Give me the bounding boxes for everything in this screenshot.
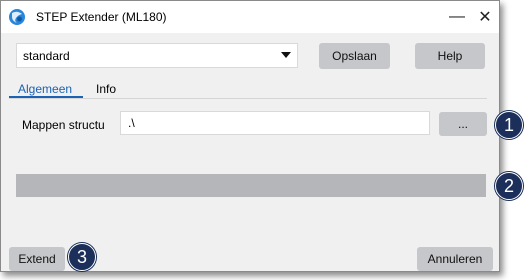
- progress-bar: [16, 174, 486, 197]
- minimize-icon: —: [449, 8, 465, 25]
- app-icon: [9, 9, 25, 25]
- minimize-button[interactable]: —: [444, 5, 470, 29]
- close-icon: ✕: [478, 9, 492, 26]
- folder-structure-label: Mappen structu: [22, 118, 105, 132]
- browse-button[interactable]: ...: [439, 112, 487, 136]
- tab-info[interactable]: Info: [96, 82, 116, 98]
- callout-badge-3: 3: [68, 243, 96, 271]
- tab-divider: [9, 98, 487, 99]
- callout-badge-1: 1: [495, 111, 523, 139]
- cancel-button[interactable]: Annuleren: [417, 247, 493, 271]
- title-bar: STEP Extender (ML180) — ✕: [1, 1, 499, 33]
- extend-button[interactable]: Extend: [9, 247, 65, 271]
- help-button[interactable]: Help: [415, 43, 485, 69]
- profile-select-value: standard: [23, 49, 70, 63]
- callout-badge-2: 2: [495, 172, 523, 200]
- save-button[interactable]: Opslaan: [319, 43, 390, 69]
- dialog-window: STEP Extender (ML180) — ✕ standard Opsla…: [0, 0, 500, 272]
- chevron-down-icon: [281, 52, 291, 58]
- profile-select[interactable]: standard: [16, 43, 298, 68]
- close-button[interactable]: ✕: [472, 5, 498, 29]
- folder-structure-input[interactable]: [120, 111, 430, 135]
- window-title: STEP Extender (ML180): [36, 10, 167, 24]
